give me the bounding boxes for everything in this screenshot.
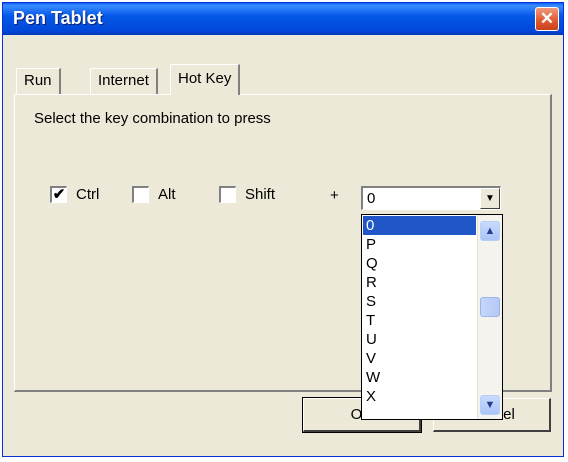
key-option-r[interactable]: R (363, 273, 476, 292)
ctrl-checkbox-box[interactable]: ✔ (50, 186, 67, 203)
title-bar[interactable]: Pen Tablet ✕ (3, 3, 563, 35)
key-select-value: 0 (367, 190, 376, 207)
chevron-down-icon[interactable]: ▼ (480, 188, 500, 209)
window-title: Pen Tablet (13, 8, 103, 28)
tab-internet[interactable]: Internet (90, 68, 158, 94)
dropdown-scrollbar[interactable]: ▲ ▼ (477, 215, 502, 419)
tab-run[interactable]: Run (16, 68, 61, 94)
key-option-x[interactable]: X (363, 387, 476, 406)
tab-hot-key[interactable]: Hot Key (170, 64, 241, 95)
scroll-up-icon[interactable]: ▲ (480, 221, 500, 241)
key-option-p[interactable]: P (363, 235, 476, 254)
alt-label: Alt (158, 186, 176, 203)
tab-hot-key-label: Hot Key (178, 70, 232, 87)
plus-sign: + (330, 187, 339, 204)
key-option-q[interactable]: Q (363, 254, 476, 273)
shift-checkbox-box[interactable] (219, 186, 236, 203)
scroll-thumb[interactable] (480, 297, 500, 317)
shift-label: Shift (245, 186, 276, 203)
ctrl-checkbox[interactable]: ✔ Ctrl (50, 186, 120, 206)
key-select[interactable]: 0 ▼ (361, 186, 501, 210)
scroll-down-icon[interactable]: ▼ (480, 395, 500, 415)
key-dropdown-list[interactable]: 0 P Q R S T U V W X ▲ ▼ (361, 214, 503, 420)
ctrl-label: Ctrl (76, 186, 100, 203)
alt-checkbox[interactable]: Alt (132, 186, 202, 206)
key-option-u[interactable]: U (363, 330, 476, 349)
key-option-s[interactable]: S (363, 292, 476, 311)
close-icon[interactable]: ✕ (535, 7, 559, 31)
tab-run-label: Run (24, 72, 52, 89)
shift-checkbox[interactable]: Shift (219, 186, 299, 206)
key-option-0[interactable]: 0 (363, 216, 476, 235)
tab-internet-label: Internet (98, 72, 149, 89)
key-option-v[interactable]: V (363, 349, 476, 368)
prompt-text: Select the key combination to press (34, 110, 271, 127)
key-option-t[interactable]: T (363, 311, 476, 330)
key-option-w[interactable]: W (363, 368, 476, 387)
alt-checkbox-box[interactable] (132, 186, 149, 203)
